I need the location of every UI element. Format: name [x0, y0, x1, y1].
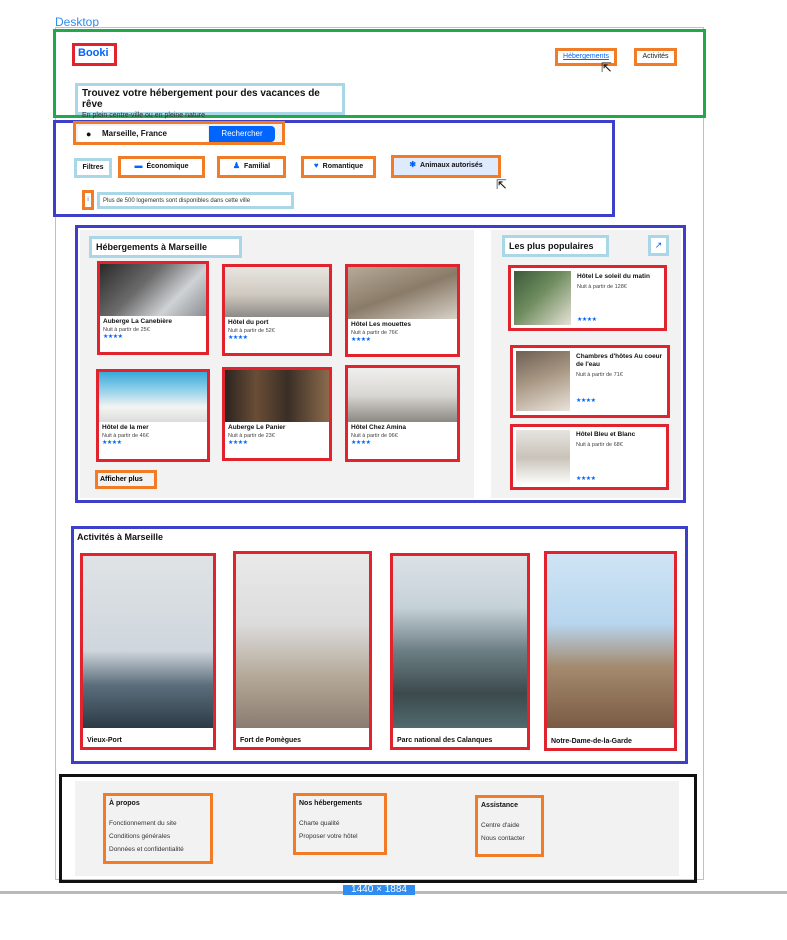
filter-familial[interactable]: ♟ Familial	[217, 156, 286, 178]
lodging-name: Auberge Le Panier	[228, 424, 286, 431]
popular-rating: ★★★★	[576, 398, 596, 404]
activities-title: Activités à Marseille	[77, 532, 164, 542]
lodging-card[interactable]: Hôtel du port Nuit à partir de 52€ ★★★★	[222, 264, 332, 356]
footer-link[interactable]: Centre d'aide	[481, 819, 538, 832]
popular-card[interactable]: Chambres d'hôtes Au coeur de l'eau Nuit …	[510, 345, 670, 418]
trend-icon[interactable]: ↗	[648, 235, 669, 256]
show-more-button[interactable]: Afficher plus	[95, 470, 157, 489]
activity-name: Notre-Dame-de-la-Garde	[551, 738, 632, 745]
popular-rating: ★★★★	[577, 317, 597, 323]
footer-link[interactable]: Conditions générales	[109, 830, 207, 843]
page-title: Trouvez votre hébergement pour des vacan…	[82, 88, 320, 110]
footer-col-lodgings: Nos hébergements Charte qualité Proposer…	[293, 793, 387, 855]
popular-title: Les plus populaires	[502, 235, 609, 257]
lodging-rating: ★★★★	[228, 440, 248, 446]
activity-photo	[393, 556, 527, 728]
availability-info: Plus de 500 logements sont disponibles d…	[97, 192, 294, 209]
popular-name: Chambres d'hôtes Au coeur de l'eau	[576, 353, 663, 368]
lodging-price: Nuit à partir de 52€	[228, 328, 275, 334]
lodging-rating: ★★★★	[228, 335, 248, 341]
lodging-card[interactable]: Auberge Le Panier Nuit à partir de 23€ ★…	[222, 367, 332, 461]
activity-photo	[83, 556, 213, 728]
popular-photo	[516, 351, 570, 411]
lodging-name: Auberge La Canebière	[103, 318, 172, 325]
lodging-name: Hôtel Les mouettes	[351, 321, 411, 328]
footer-link[interactable]: Charte qualité	[299, 817, 381, 830]
person-icon: ♟	[232, 161, 241, 170]
search-input[interactable]: ● Marseille, France	[78, 126, 208, 142]
search-bar: ● Marseille, France Rechercher	[73, 121, 285, 145]
lodging-card[interactable]: Hôtel Les mouettes Nuit à partir de 76€ …	[345, 264, 460, 357]
filter-economique[interactable]: ▬ Économique	[118, 156, 205, 178]
lodging-name: Hôtel de la mer	[102, 424, 149, 431]
frame-size-badge: 1440 × 1884	[343, 885, 415, 895]
lodging-price: Nuit à partir de 23€	[228, 433, 275, 439]
logo[interactable]: Booki	[72, 43, 117, 66]
lodging-rating: ★★★★	[102, 440, 122, 446]
paw-icon: ✱	[409, 160, 417, 169]
lodging-name: Hôtel Chez Amina	[351, 424, 407, 431]
hero-text: Trouvez votre hébergement pour des vacan…	[75, 83, 345, 119]
footer-link[interactable]: Nous contacter	[481, 832, 538, 845]
footer-col-about: À propos Fonctionnement du site Conditio…	[103, 793, 213, 864]
activity-name: Parc national des Calanques	[397, 737, 493, 744]
lodging-rating: ★★★★	[103, 334, 123, 340]
page-subtitle: En plein centre-ville ou en pleine natur…	[82, 112, 205, 119]
popular-price: Nuit à partir de 128€	[577, 284, 627, 290]
lodging-price: Nuit à partir de 46€	[102, 433, 149, 439]
popular-card[interactable]: Hôtel Bleu et Blanc Nuit à partir de 68€…	[510, 424, 669, 490]
filter-animaux[interactable]: ✱ Animaux autorisés	[391, 155, 501, 178]
footer-link[interactable]: Fonctionnement du site	[109, 817, 207, 830]
lodging-rating: ★★★★	[351, 440, 371, 446]
activity-name: Vieux-Port	[87, 737, 122, 744]
activity-card[interactable]: Parc national des Calanques	[390, 553, 530, 750]
popular-price: Nuit à partir de 71€	[576, 372, 623, 378]
popular-name: Hôtel Bleu et Blanc	[576, 431, 636, 438]
nav-activites[interactable]: Activités	[634, 48, 677, 66]
lodgings-title: Hébergements à Marseille	[89, 236, 242, 258]
lodging-photo	[99, 372, 207, 422]
footer-heading: À propos	[109, 800, 140, 807]
lodging-photo	[225, 267, 329, 317]
heart-icon: ♥	[313, 161, 319, 170]
search-button[interactable]: Rechercher	[209, 126, 275, 142]
popular-price: Nuit à partir de 68€	[576, 442, 623, 448]
activity-card[interactable]: Fort de Pomègues	[233, 551, 372, 750]
cursor-icon: ⇱	[496, 177, 507, 192]
lodging-photo	[225, 370, 329, 422]
popular-card[interactable]: Hôtel Le soleil du matin Nuit à partir d…	[508, 265, 667, 331]
footer-heading: Nos hébergements	[299, 800, 363, 807]
filter-romantique[interactable]: ♥ Romantique	[301, 156, 376, 178]
cursor-icon: ⇱	[601, 60, 612, 75]
lodging-price: Nuit à partir de 96€	[351, 433, 398, 439]
money-icon: ▬	[134, 161, 143, 170]
filters-label: Filtres	[74, 158, 112, 178]
info-icon: i	[82, 190, 94, 210]
popular-photo	[514, 271, 571, 325]
activity-card[interactable]: Vieux-Port	[80, 553, 216, 750]
popular-name: Hôtel Le soleil du matin	[577, 273, 650, 280]
lodging-card[interactable]: Hôtel de la mer Nuit à partir de 46€ ★★★…	[96, 369, 210, 462]
lodging-photo	[348, 267, 457, 319]
location-pin-icon: ●	[86, 129, 92, 139]
popular-photo	[516, 430, 570, 485]
footer-heading: Assistance	[481, 802, 518, 809]
footer-col-support: Assistance Centre d'aide Nous contacter	[475, 795, 544, 857]
activity-photo	[547, 554, 674, 728]
activity-photo	[236, 554, 369, 728]
footer-link[interactable]: Données et confidentialité	[109, 843, 207, 856]
activity-card[interactable]: Notre-Dame-de-la-Garde	[544, 551, 677, 751]
lodging-rating: ★★★★	[351, 337, 371, 343]
footer-link[interactable]: Proposer votre hôtel	[299, 830, 381, 843]
lodging-name: Hôtel du port	[228, 319, 269, 326]
popular-rating: ★★★★	[576, 476, 596, 482]
lodging-price: Nuit à partir de 25€	[103, 327, 150, 333]
lodging-card[interactable]: Hôtel Chez Amina Nuit à partir de 96€ ★★…	[345, 365, 460, 462]
lodging-photo	[100, 264, 206, 316]
lodging-price: Nuit à partir de 76€	[351, 330, 398, 336]
lodging-card[interactable]: Auberge La Canebière Nuit à partir de 25…	[97, 261, 209, 355]
activity-name: Fort de Pomègues	[240, 737, 302, 744]
lodging-photo	[348, 368, 457, 422]
